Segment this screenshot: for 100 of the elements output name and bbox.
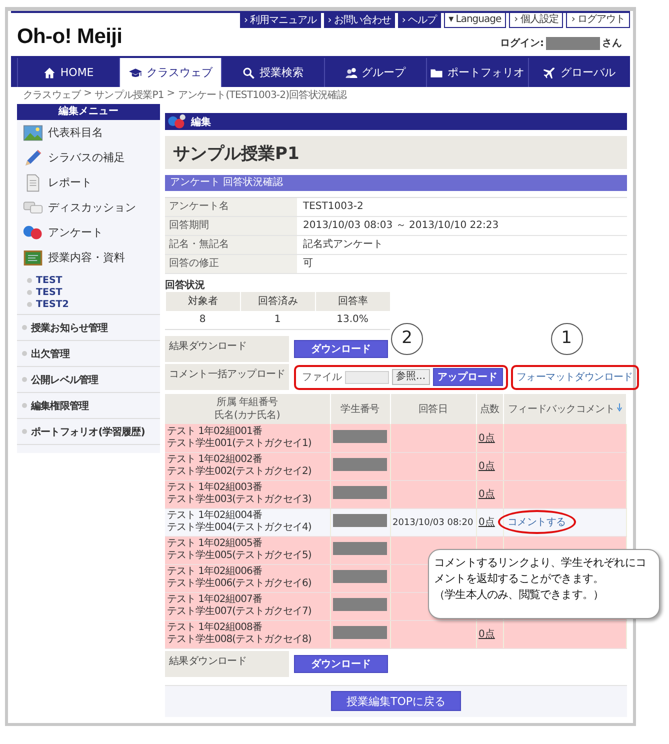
table-header: 回答率	[315, 292, 390, 311]
table-cell: テスト 1年02組008番 テスト学生008(テストガクセイ8)	[167, 622, 312, 646]
graduation-cap-icon	[129, 66, 142, 78]
sidebar-subitem[interactable]: TEST2	[36, 298, 69, 310]
browse-button[interactable]: 参照...	[392, 369, 430, 385]
field-label: 結果ダウンロード	[165, 650, 289, 676]
table-cell: テスト 1年02組003番 テスト学生003(テストガクセイ3)	[167, 482, 312, 506]
table-cell: テスト 1年02組002番 テスト学生002(テストガクセイ2)	[167, 454, 312, 478]
breadcrumb-item[interactable]: クラスウェブ	[23, 88, 81, 102]
table-cell-text: 1	[273, 313, 282, 327]
field-label: 結果ダウンロード	[165, 336, 289, 362]
redaction-bar	[332, 458, 386, 471]
header-link[interactable]: › ヘルプ	[398, 13, 441, 28]
nav-tab[interactable]: ポートフォリオ	[426, 58, 528, 87]
table-cell: 0点	[478, 461, 495, 472]
table-header: 対象者	[165, 292, 240, 311]
redaction-bar	[546, 36, 600, 50]
table-cell: テスト 1年02組007番 テスト学生007(テストガクセイ7)	[167, 594, 312, 618]
sidebar-link[interactable]: 出欠管理	[31, 346, 70, 360]
comment-link[interactable]: コメントする	[498, 510, 576, 534]
pencil-icon	[23, 148, 43, 166]
sidebar-subitem[interactable]: TEST	[36, 286, 62, 298]
sidebar-link[interactable]: 編集権限管理	[31, 398, 89, 412]
nav-tab[interactable]: グローバル	[528, 58, 630, 87]
sidebar-link[interactable]: 授業お知らせ管理	[31, 320, 108, 334]
table-header: 回答済み	[240, 292, 315, 311]
redaction-bar	[332, 430, 386, 443]
qa-bubbles-icon	[167, 114, 187, 130]
header-link[interactable]: › 利用マニュアル	[240, 13, 321, 28]
field-label: 回答期間	[165, 217, 297, 235]
bullet-icon	[22, 325, 27, 330]
sort-arrow-icon[interactable]	[616, 402, 622, 412]
download-button[interactable]: ダウンロード	[294, 654, 388, 672]
field-value: TEST1003-2	[303, 201, 364, 212]
table-cell: 0点	[478, 432, 495, 444]
table-cell: 0点	[478, 629, 495, 640]
redaction-bar	[332, 598, 386, 611]
header-link[interactable]: › ログアウト	[566, 13, 630, 28]
redaction-bar	[332, 486, 386, 499]
back-button[interactable]: 授業編集TOPに戻る	[331, 691, 460, 711]
bullet-icon	[27, 302, 32, 306]
column-header: フィードバックコメント	[508, 404, 615, 414]
download-button[interactable]: ダウンロード	[294, 340, 388, 358]
nav-tab[interactable]: 授業検索	[221, 58, 324, 87]
field-label: 回答の修正	[165, 255, 297, 273]
header-link[interactable]: › お問い合わせ	[324, 13, 395, 28]
login-label: ログイン:	[500, 37, 544, 50]
bullet-icon	[22, 351, 27, 356]
sidebar-link[interactable]: ポートフォリオ(学習履歴)	[31, 424, 145, 438]
field-label: アンケート名	[165, 198, 297, 216]
sidebar-link[interactable]: 公開レベル管理	[31, 372, 98, 386]
folder-icon	[430, 66, 444, 78]
header-link[interactable]: › 個人設定	[509, 13, 564, 28]
table-cell: 0点	[478, 517, 495, 528]
search-icon	[242, 66, 256, 78]
breadcrumb-item[interactable]: サンプル授業P1	[94, 88, 164, 102]
table-cell: テスト 1年02組004番 テスト学生004(テストガクセイ4)	[167, 510, 312, 534]
column-header: 点数	[480, 404, 500, 414]
upload-button[interactable]: アップロード	[432, 368, 503, 386]
sidebar-item[interactable]: レポート	[48, 175, 92, 190]
nav-tab[interactable]: クラスウェブ	[119, 58, 222, 87]
step-marker: 1	[550, 322, 583, 354]
table-cell-text: 13.0%	[336, 313, 370, 327]
file-field[interactable]	[345, 370, 389, 384]
sidebar-item[interactable]: ディスカッション	[48, 200, 136, 215]
status-title: 回答状況	[165, 278, 206, 292]
sidebar-item[interactable]: 授業内容・資料	[48, 250, 125, 265]
people-icon	[344, 66, 358, 78]
redaction-bar	[332, 626, 386, 639]
field-value: 可	[303, 258, 313, 269]
course-title: サンプル授業P1	[165, 136, 627, 169]
breadcrumb-separator: >	[84, 88, 92, 101]
breadcrumb-item[interactable]: アンケート(TEST1003-2)回答状況確認	[178, 88, 347, 102]
home-icon	[43, 66, 56, 78]
table-cell: テスト 1年02組006番 テスト学生006(テストガクセイ6)	[167, 566, 312, 590]
bullet-icon	[22, 377, 27, 382]
sidebar-item[interactable]: 代表科目名	[48, 125, 103, 140]
callout-note: （学生本人のみ、閲覧できます。）	[434, 587, 605, 603]
file-label: ファイル	[301, 371, 342, 384]
table-cell: テスト 1年02組005番 テスト学生005(テストガクセイ5)	[167, 538, 312, 562]
field-label: コメント一括アップロード	[165, 364, 289, 390]
sidebar-item[interactable]: アンケート	[48, 225, 103, 240]
nav-tab[interactable]: グループ	[324, 58, 426, 87]
field-label: 記名・無記名	[165, 236, 297, 254]
bullet-icon	[27, 290, 32, 294]
bullet-icon	[22, 429, 27, 434]
subheader: アンケート 回答状況確認	[165, 175, 627, 191]
bullet-icon	[27, 278, 32, 282]
header-link[interactable]: ▾ Language	[444, 13, 506, 28]
redaction-bar	[332, 542, 386, 555]
column-header: 回答日	[418, 404, 448, 414]
field-value: 記名式アンケート	[303, 239, 383, 250]
format-download-link[interactable]: フォーマットダウンロード	[516, 370, 633, 384]
picture-icon	[23, 124, 43, 142]
sidebar-item[interactable]: シラバスの補足	[48, 150, 125, 165]
airplane-icon	[543, 66, 556, 78]
callout-text: コメントするリンクより、学生それぞれにコメントを返却することができます。	[434, 555, 648, 587]
login-suffix: さん	[602, 37, 622, 50]
breadcrumb-separator: >	[166, 88, 175, 101]
sidebar-subitem[interactable]: TEST	[36, 274, 62, 286]
